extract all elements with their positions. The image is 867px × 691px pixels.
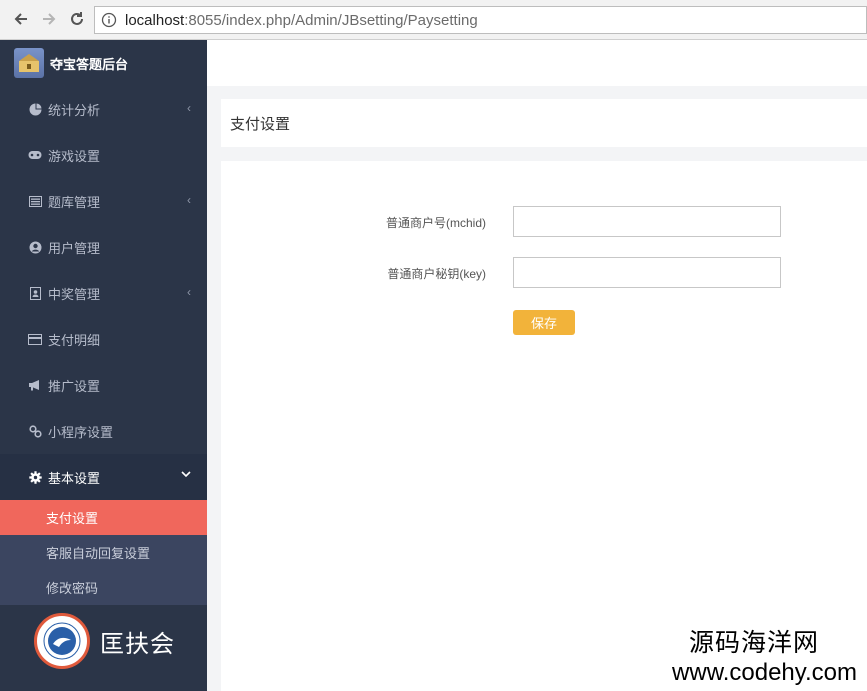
sidebar-item-payment-details[interactable]: 支付明细 <box>0 316 207 362</box>
browser-toolbar: localhost:8055/index.php/Admin/JBsetting… <box>0 0 867 40</box>
sidebar-item-promotion[interactable]: 推广设置 <box>0 362 207 408</box>
submenu-basic-settings: 支付设置 客服自动回复设置 修改密码 <box>0 500 207 605</box>
url-path: :8055/index.php/Admin/JBsetting/Paysetti… <box>184 11 478 29</box>
address-bar[interactable]: localhost:8055/index.php/Admin/JBsetting… <box>94 6 867 34</box>
gamepad-icon <box>28 148 42 162</box>
chevron-left-icon: ‹ <box>187 193 191 207</box>
sidebar-item-label: 支付明细 <box>48 332 101 348</box>
list-icon <box>28 194 42 208</box>
watermark-url: www.codehy.com <box>672 659 857 686</box>
sidebar-item-label: 推广设置 <box>48 378 101 394</box>
sidebar-item-basic-settings[interactable]: 基本设置 <box>0 454 207 500</box>
url-host: localhost <box>125 11 185 29</box>
reload-button[interactable] <box>66 8 88 30</box>
brand[interactable]: 夺宝答题后台 <box>0 40 207 86</box>
org-emblem <box>34 613 90 669</box>
sidebar-item-game-settings[interactable]: 游戏设置 <box>0 132 207 178</box>
sidebar-item-stats[interactable]: 统计分析 ‹ <box>0 86 207 132</box>
back-arrow-icon <box>14 13 27 25</box>
mchid-label: 普通商户号(mchid) <box>385 216 486 230</box>
sidebar-item-miniprogram[interactable]: 小程序设置 <box>0 408 207 454</box>
treasure-logo-icon <box>19 54 39 72</box>
sidebar-item-label: 中奖管理 <box>48 286 101 302</box>
megaphone-icon <box>28 378 42 392</box>
org-name: 匡扶会 <box>100 630 175 658</box>
contact-card-icon <box>28 286 42 300</box>
link-icon <box>28 424 42 438</box>
submenu-item-payment-settings[interactable]: 支付设置 <box>0 500 207 535</box>
sidebar: 夺宝答题后台 统计分析 ‹ 游戏设置 题库管理 ‹ 用户管理 中奖管理 ‹ 支付… <box>0 40 207 691</box>
mchid-input[interactable] <box>513 206 781 237</box>
top-header <box>207 40 867 86</box>
key-label: 普通商户秘钥(key) <box>387 267 486 281</box>
reload-icon <box>71 12 83 25</box>
emblem-icon <box>42 621 82 661</box>
key-input[interactable] <box>513 257 781 288</box>
chevron-left-icon: ‹ <box>187 285 191 299</box>
sidebar-item-users[interactable]: 用户管理 <box>0 224 207 270</box>
sidebar-item-label: 统计分析 <box>48 102 101 118</box>
forward-arrow-icon <box>43 13 56 25</box>
submenu-item-change-password[interactable]: 修改密码 <box>0 570 207 605</box>
forward-button[interactable] <box>38 8 60 30</box>
save-button[interactable]: 保存 <box>513 310 575 335</box>
sidebar-item-label: 用户管理 <box>48 240 101 256</box>
user-icon <box>28 240 42 254</box>
panel-header: 支付设置 <box>221 99 867 147</box>
sidebar-item-question-bank[interactable]: 题库管理 ‹ <box>0 178 207 224</box>
brand-logo <box>14 48 44 78</box>
watermark-cn: 源码海洋网 <box>688 629 819 657</box>
back-button[interactable] <box>10 8 32 30</box>
chevron-left-icon: ‹ <box>187 101 191 115</box>
submenu-item-auto-reply[interactable]: 客服自动回复设置 <box>0 535 207 570</box>
sidebar-item-label: 游戏设置 <box>48 148 101 164</box>
sidebar-item-label: 基本设置 <box>48 470 101 486</box>
sidebar-item-label: 题库管理 <box>48 194 101 210</box>
brand-title: 夺宝答题后台 <box>50 56 129 72</box>
org-logo: 匡扶会 <box>34 613 175 669</box>
watermark: 源码海洋网 www.codehy.com <box>672 623 857 687</box>
payment-settings-form: 普通商户号(mchid) 普通商户秘钥(key) 保存 <box>221 161 867 691</box>
sidebar-item-prizes[interactable]: 中奖管理 ‹ <box>0 270 207 316</box>
gear-icon <box>28 470 42 484</box>
credit-card-icon <box>28 332 42 346</box>
pie-chart-icon <box>28 102 42 116</box>
sidebar-item-label: 小程序设置 <box>48 424 114 440</box>
chevron-down-icon <box>181 467 191 481</box>
page-title: 支付设置 <box>230 115 291 133</box>
url-text: localhost:8055/index.php/Admin/JBsetting… <box>125 12 478 29</box>
info-icon[interactable] <box>101 12 117 28</box>
